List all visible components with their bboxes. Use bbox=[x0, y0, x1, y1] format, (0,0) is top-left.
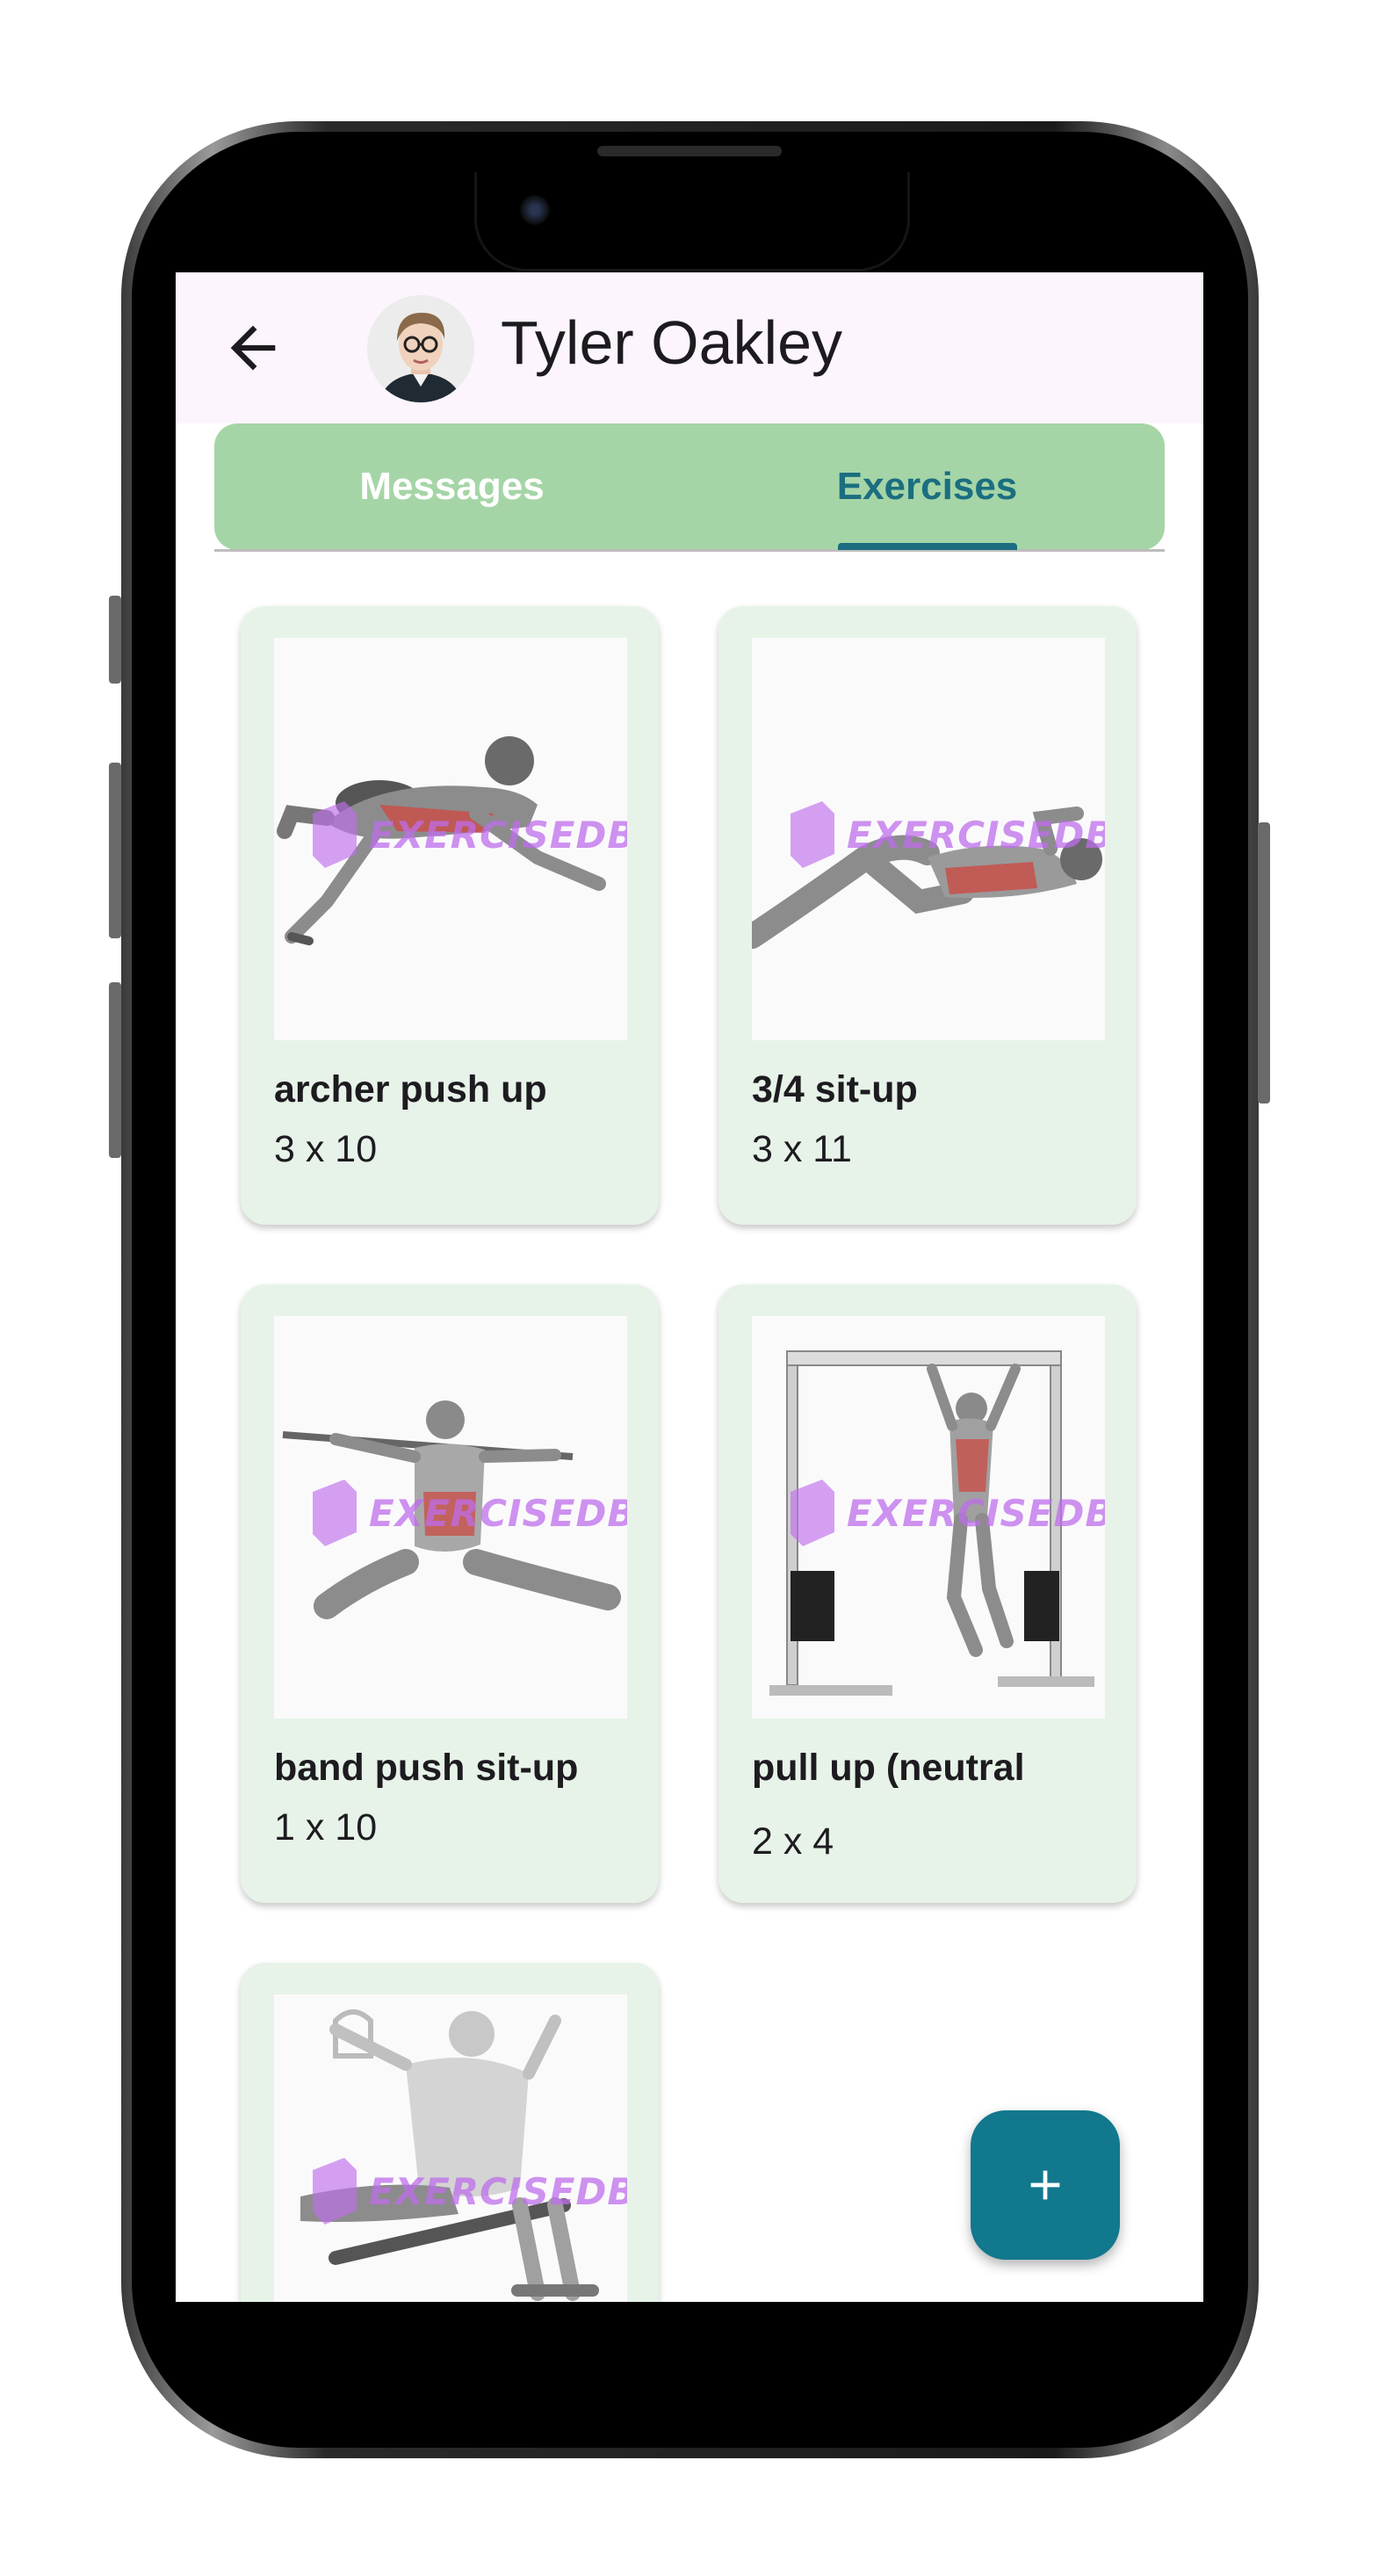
add-exercise-button[interactable] bbox=[971, 2110, 1120, 2260]
exercise-card-archer-push-up[interactable]: EXERCISEDB archer push up 3 x 10 bbox=[241, 606, 659, 1225]
tab-indicator bbox=[838, 543, 1017, 550]
page-title: Tyler Oakley bbox=[501, 308, 842, 377]
exercise-card-decline-crunch[interactable]: EXERCISEDB bbox=[241, 1963, 659, 2302]
watermark: EXERCISEDB bbox=[309, 800, 627, 870]
app-screen: Tyler Oakley Messages Exercises EXERCISE… bbox=[176, 272, 1203, 2302]
exercise-card-pull-up-neutral[interactable]: EXERCISEDB pull up (neutral 2 x 4 bbox=[718, 1284, 1137, 1903]
exercise-reps: 3 x 10 bbox=[274, 1128, 378, 1170]
exercisedb-logo bbox=[313, 1480, 357, 1546]
exercise-card-band-push-sit-up[interactable]: EXERCISEDB band push sit-up 1 x 10 bbox=[241, 1284, 659, 1903]
earpiece-speaker bbox=[597, 146, 782, 156]
watermark: EXERCISEDB bbox=[787, 1478, 1105, 1548]
exercise-card-3-4-sit-up[interactable]: EXERCISEDB 3/4 sit-up 3 x 11 bbox=[718, 606, 1137, 1225]
exercise-reps: 2 x 4 bbox=[752, 1820, 834, 1863]
tab-divider bbox=[214, 549, 1165, 552]
exercise-reps: 1 x 10 bbox=[274, 1806, 378, 1849]
exercise-image: EXERCISEDB bbox=[752, 1316, 1105, 1719]
silent-switch bbox=[109, 596, 121, 684]
exercisedb-logo bbox=[313, 801, 357, 868]
exercisedb-logo bbox=[791, 801, 834, 868]
front-camera bbox=[520, 195, 550, 225]
exercise-image: EXERCISEDB bbox=[274, 1316, 627, 1719]
watermark: EXERCISEDB bbox=[309, 2156, 627, 2226]
watermark: EXERCISEDB bbox=[787, 800, 1105, 870]
tab-exercises[interactable]: Exercises bbox=[690, 423, 1165, 550]
exercise-reps: 3 x 11 bbox=[752, 1128, 852, 1170]
power-button bbox=[1258, 822, 1270, 1103]
exercise-image: EXERCISEDB bbox=[274, 1994, 627, 2302]
volume-down-button bbox=[109, 982, 121, 1158]
exercise-name: pull up (neutral bbox=[752, 1747, 1025, 1789]
arrow-back-icon[interactable] bbox=[220, 315, 286, 381]
app-bar: Tyler Oakley bbox=[176, 272, 1203, 423]
tab-messages[interactable]: Messages bbox=[214, 423, 690, 550]
exercise-name: 3/4 sit-up bbox=[752, 1068, 918, 1111]
exercisedb-logo bbox=[313, 2158, 357, 2225]
exercise-image: EXERCISEDB bbox=[274, 638, 627, 1040]
exercise-name: band push sit-up bbox=[274, 1747, 579, 1789]
volume-up-button bbox=[109, 763, 121, 938]
plus-icon bbox=[1030, 2170, 1060, 2200]
tab-bar: Messages Exercises bbox=[214, 423, 1165, 550]
exercisedb-logo bbox=[791, 1480, 834, 1546]
exercise-image: EXERCISEDB bbox=[752, 638, 1105, 1040]
avatar[interactable] bbox=[367, 295, 474, 402]
watermark: EXERCISEDB bbox=[309, 1478, 627, 1548]
exercise-name: archer push up bbox=[274, 1068, 547, 1111]
